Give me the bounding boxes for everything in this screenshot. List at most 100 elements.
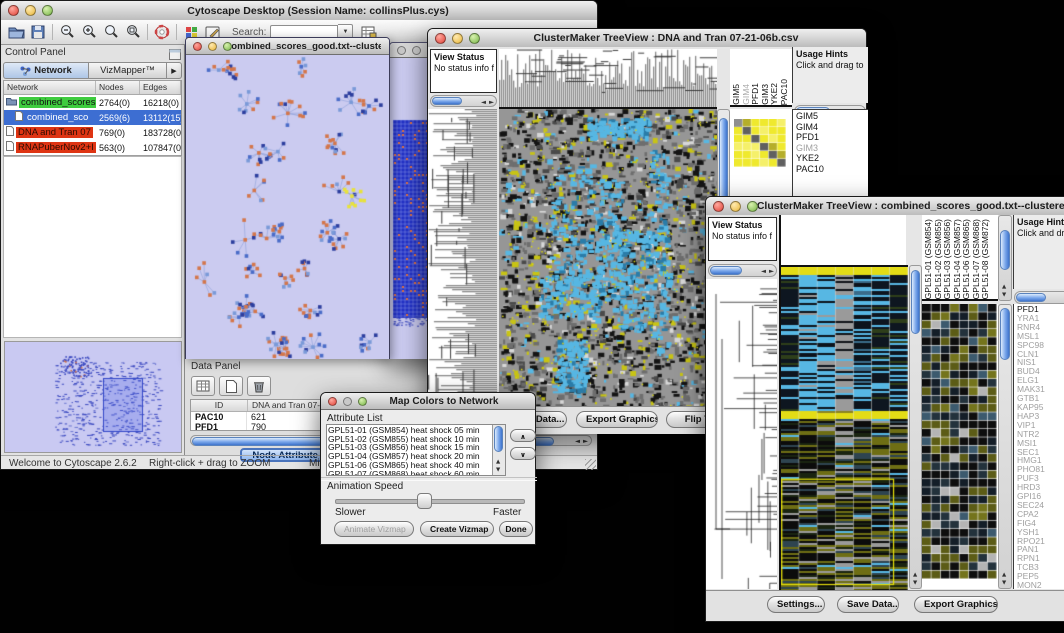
scroll-down-icon[interactable]: ▼ — [913, 581, 917, 587]
scroll-left-icon[interactable]: ◄ — [481, 99, 486, 106]
delete-attribute-icon[interactable] — [247, 376, 271, 396]
network-list-row[interactable]: combined_sco 2569(6) 13112(15) — [4, 110, 181, 125]
tab-network[interactable]: Network — [3, 62, 89, 79]
network-list-row[interactable]: RNAPuberNov2+I 563(0) 107847(0) — [4, 140, 181, 155]
gene-label[interactable]: GIM4 — [796, 122, 868, 133]
scrollbar-thumb[interactable] — [1000, 308, 1010, 360]
scrollbar-thumb[interactable] — [1000, 230, 1010, 270]
export-graphics-button[interactable]: Export Graphics... — [914, 596, 998, 613]
gene-label[interactable]: MON2 — [1017, 581, 1064, 589]
attribute-list-vscrollbar[interactable]: ▲ ▼ — [492, 425, 505, 475]
move-down-button[interactable]: ∨ — [510, 447, 536, 460]
correlation-matrix-canvas[interactable] — [734, 119, 786, 167]
export-graphics-button[interactable]: Export Graphics... — [576, 411, 658, 428]
resize-grip[interactable] — [585, 459, 596, 470]
gene-label[interactable]: PFD1 — [796, 132, 868, 143]
array-label[interactable]: PAC10 — [780, 79, 790, 105]
zoom-button[interactable] — [469, 33, 480, 44]
treeview2-titlebar[interactable]: ClusterMaker TreeView : combined_scores_… — [706, 197, 1064, 216]
minimize-button[interactable] — [730, 201, 741, 212]
scrollbar-thumb[interactable] — [432, 97, 462, 105]
zoom-out-icon[interactable] — [56, 22, 78, 42]
network-view-canvas[interactable] — [186, 55, 389, 359]
scroll-down-icon[interactable]: ▼ — [1002, 581, 1006, 587]
row-dendrogram-canvas[interactable] — [428, 109, 497, 406]
scroll-up-icon[interactable]: ▲ — [1002, 573, 1006, 579]
tab-overflow-arrow[interactable]: ▶ — [167, 62, 182, 79]
zoom-fit-icon[interactable] — [100, 22, 122, 42]
close-button[interactable] — [193, 42, 202, 51]
attribute-list-item[interactable]: GPL51-01 (GSM854) heat shock 05 min — [328, 426, 491, 435]
create-vizmap-button[interactable]: Create Vizmap — [420, 521, 494, 537]
array-label[interactable]: GPL51-08 (GSM872) — [981, 219, 991, 299]
help-icon[interactable] — [151, 22, 173, 42]
gene-label[interactable]: GIM5 — [796, 111, 868, 122]
zoom-button[interactable] — [42, 5, 53, 16]
new-attribute-icon[interactable] — [219, 376, 243, 396]
gene-label[interactable]: YKE2 — [796, 153, 868, 164]
scroll-up-icon[interactable]: ▲ — [913, 573, 917, 579]
scrollbar-thumb[interactable] — [494, 426, 503, 452]
view-status-hscrollbar[interactable]: ◄ ► — [708, 264, 777, 277]
minimize-button[interactable] — [25, 5, 36, 16]
minimize-button[interactable] — [343, 397, 352, 406]
close-button[interactable] — [8, 5, 19, 16]
zoom-in-icon[interactable] — [78, 22, 100, 42]
heatmap-vscrollbar[interactable]: ▲ ▼ — [909, 265, 922, 589]
settings-button[interactable]: Settings... — [767, 596, 825, 613]
close-button[interactable] — [397, 46, 406, 55]
scroll-up-icon[interactable]: ▲ — [496, 460, 500, 466]
gene-label[interactable]: GIM3 — [796, 143, 868, 154]
row-dendrogram-canvas[interactable] — [706, 279, 777, 589]
attribute-list-item[interactable]: GPL51-07 (GSM868) heat shock 60 min — [328, 470, 491, 476]
network-overview-canvas[interactable] — [5, 342, 181, 452]
treeview1-titlebar[interactable]: ClusterMaker TreeView : DNA and Tran 07-… — [428, 29, 866, 48]
attribute-list-item[interactable]: GPL51-04 (GSM857) heat shock 20 min — [328, 452, 491, 461]
zoom-button[interactable] — [747, 201, 758, 212]
tab-vizmapper[interactable]: VizMapper™ — [89, 62, 167, 79]
scroll-left-icon[interactable]: ◄ — [575, 438, 580, 445]
close-button[interactable] — [713, 201, 724, 212]
open-session-icon[interactable] — [5, 22, 27, 42]
view-status-hscrollbar[interactable]: ◄ ► — [430, 95, 497, 107]
map-dialog-titlebar[interactable]: Map Colors to Network — [321, 393, 535, 410]
zoom-button[interactable] — [358, 397, 367, 406]
network-list-row[interactable]: DNA and Tran 07 769(0) 183728(0) — [4, 125, 181, 140]
attribute-list-item[interactable]: GPL51-02 (GSM855) heat shock 10 min — [328, 435, 491, 444]
gene-label[interactable]: PAC10 — [796, 164, 868, 175]
zoom-button[interactable] — [223, 42, 232, 51]
column-dendrogram-area[interactable] — [779, 215, 906, 265]
minimize-button[interactable] — [452, 33, 463, 44]
array-labels-vscrollbar[interactable]: ▲ ▼ — [998, 215, 1012, 301]
main-titlebar[interactable]: Cytoscape Desktop (Session Name: collins… — [1, 1, 597, 21]
scroll-down-icon[interactable]: ▼ — [1002, 293, 1006, 299]
float-panel-icon[interactable] — [169, 47, 181, 58]
scrollbar-thumb[interactable] — [911, 270, 920, 334]
select-attributes-icon[interactable] — [191, 376, 215, 396]
scroll-right-icon[interactable]: ► — [769, 268, 774, 275]
sub-heatmap-vscrollbar[interactable]: ▲ ▼ — [998, 304, 1012, 589]
save-session-icon[interactable] — [27, 22, 49, 42]
close-button[interactable] — [435, 33, 446, 44]
move-up-button[interactable]: ∧ — [510, 429, 536, 442]
minimize-button[interactable] — [208, 42, 217, 51]
scroll-down-icon[interactable]: ▼ — [496, 468, 500, 474]
scroll-left-icon[interactable]: ◄ — [761, 268, 766, 275]
heatmap-canvas[interactable] — [779, 265, 908, 591]
scroll-up-icon[interactable]: ▲ — [1002, 285, 1006, 291]
minimize-button[interactable] — [412, 46, 421, 55]
usage-hints-hscrollbar[interactable] — [1014, 291, 1064, 304]
zoom-selected-icon[interactable] — [122, 22, 144, 42]
heatmap-canvas[interactable] — [499, 109, 717, 406]
column-dendrogram-canvas[interactable] — [499, 49, 717, 109]
save-data-button[interactable]: Save Data... — [837, 596, 899, 613]
network-view-titlebar[interactable]: combined_scores_good.txt--cluste... — [186, 38, 389, 55]
animate-vizmap-button[interactable]: Animate Vizmap — [334, 521, 414, 537]
close-button[interactable] — [328, 397, 337, 406]
scrollbar-thumb[interactable] — [1016, 293, 1046, 302]
scroll-right-icon[interactable]: ► — [489, 99, 494, 106]
network-list-row[interactable]: combined_scores 2764(0) 16218(0) — [4, 95, 181, 110]
sub-heatmap-canvas[interactable] — [922, 304, 997, 579]
scroll-right-icon[interactable]: ► — [583, 438, 588, 445]
speed-slider-thumb[interactable] — [417, 493, 432, 509]
